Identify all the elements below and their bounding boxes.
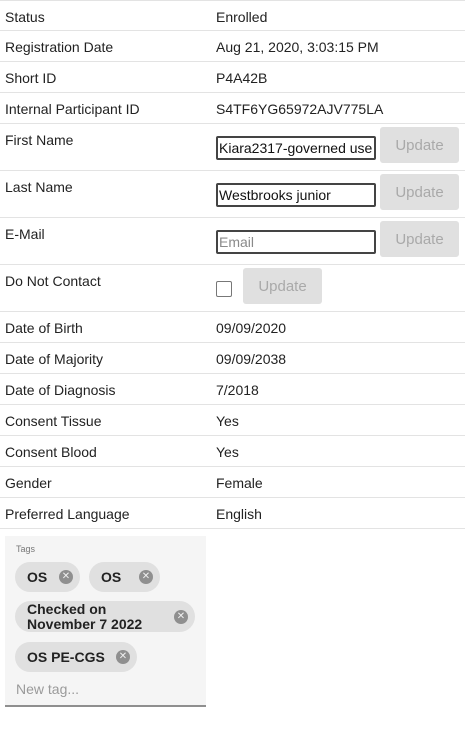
tag-label: OS: [101, 568, 122, 585]
short-id-value: P4A42B: [216, 70, 268, 86]
consent-tissue-value: Yes: [216, 413, 239, 429]
email-update-button[interactable]: Update: [380, 221, 459, 257]
do-not-contact-label: Do Not Contact: [5, 273, 101, 289]
new-tag-input[interactable]: New tag...: [16, 681, 79, 697]
registration-date-value: Aug 21, 2020, 3:03:15 PM: [216, 39, 379, 55]
gender-value: Female: [216, 475, 263, 491]
row-do-not-contact: Do Not Contact Update: [0, 265, 465, 312]
internal-participant-id-value: S4TF6YG65972AJV775LA: [216, 101, 384, 117]
tag-chip[interactable]: OS PE-CGS ✕: [15, 642, 137, 672]
close-circle-icon[interactable]: ✕: [116, 650, 130, 664]
date-of-diagnosis-value: 7/2018: [216, 382, 259, 398]
tag-chip[interactable]: Checked on November 7 2022 ✕: [15, 601, 195, 632]
date-of-birth-label: Date of Birth: [5, 320, 83, 336]
tags-panel: Tags OS ✕ OS ✕ Checked on November 7 202…: [5, 536, 206, 707]
preferred-language-label: Preferred Language: [5, 506, 130, 522]
tag-label: OS PE-CGS: [27, 648, 105, 665]
participant-details-table: Status Enrolled Registration Date Aug 21…: [0, 0, 465, 529]
close-circle-icon[interactable]: ✕: [59, 570, 73, 584]
consent-tissue-label: Consent Tissue: [5, 413, 102, 429]
internal-participant-id-label: Internal Participant ID: [5, 101, 140, 117]
close-circle-icon[interactable]: ✕: [139, 570, 153, 584]
row-status: Status Enrolled: [0, 0, 465, 31]
status-label: Status: [5, 9, 45, 25]
row-date-of-diagnosis: Date of Diagnosis 7/2018: [0, 374, 465, 405]
row-consent-blood: Consent Blood Yes: [0, 436, 465, 467]
email-input[interactable]: [216, 230, 376, 254]
row-preferred-language: Preferred Language English: [0, 498, 465, 529]
row-short-id: Short ID P4A42B: [0, 62, 465, 93]
row-gender: Gender Female: [0, 467, 465, 498]
row-first-name: First Name Update: [0, 124, 465, 171]
date-of-birth-value: 09/09/2020: [216, 320, 287, 336]
do-not-contact-checkbox[interactable]: [216, 280, 232, 297]
tag-label: OS: [27, 568, 48, 585]
status-value: Enrolled: [216, 9, 268, 25]
date-of-majority-label: Date of Majority: [5, 351, 104, 367]
first-name-input[interactable]: [216, 136, 376, 160]
tag-chip[interactable]: OS ✕: [15, 562, 80, 592]
last-name-input[interactable]: [216, 183, 376, 207]
row-consent-tissue: Consent Tissue Yes: [0, 405, 465, 436]
consent-blood-label: Consent Blood: [5, 444, 97, 460]
gender-label: Gender: [5, 475, 52, 491]
email-label: E-Mail: [5, 226, 45, 242]
row-date-of-majority: Date of Majority 09/09/2038: [0, 343, 465, 374]
consent-blood-value: Yes: [216, 444, 239, 460]
date-of-majority-value: 09/09/2038: [216, 351, 287, 367]
short-id-label: Short ID: [5, 70, 57, 86]
first-name-update-button[interactable]: Update: [380, 127, 459, 163]
last-name-update-button[interactable]: Update: [380, 174, 459, 210]
date-of-diagnosis-label: Date of Diagnosis: [5, 382, 116, 398]
registration-date-label: Registration Date: [5, 39, 114, 55]
row-date-of-birth: Date of Birth 09/09/2020: [0, 312, 465, 343]
tag-chip[interactable]: OS ✕: [89, 562, 160, 592]
row-internal-participant-id: Internal Participant ID S4TF6YG65972AJV7…: [0, 93, 465, 124]
last-name-label: Last Name: [5, 179, 73, 195]
row-last-name: Last Name Update: [0, 171, 465, 218]
row-registration-date: Registration Date Aug 21, 2020, 3:03:15 …: [0, 31, 465, 62]
tags-title: Tags: [16, 544, 36, 554]
preferred-language-value: English: [216, 506, 262, 522]
do-not-contact-update-button[interactable]: Update: [243, 268, 322, 304]
row-email: E-Mail Update: [0, 218, 465, 265]
first-name-label: First Name: [5, 132, 74, 148]
close-circle-icon[interactable]: ✕: [174, 609, 188, 624]
tag-label: Checked on November 7 2022: [27, 600, 143, 632]
